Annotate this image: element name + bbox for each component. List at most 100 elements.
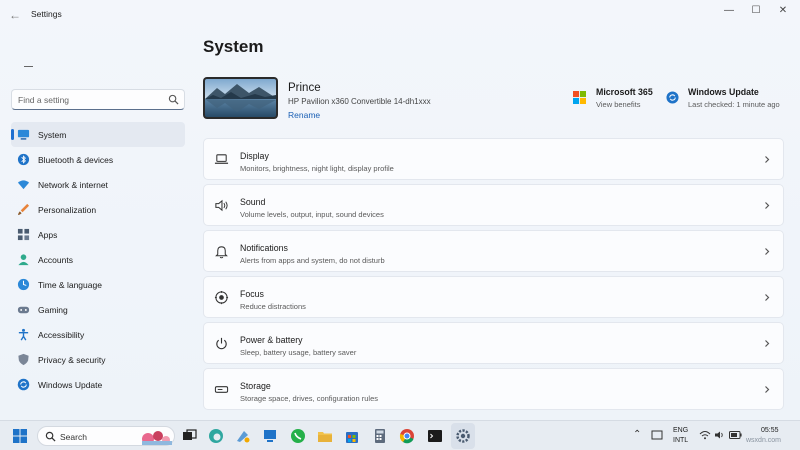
sidebar-item-privacy[interactable]: Privacy & security (11, 347, 185, 372)
search-icon (45, 431, 56, 442)
display-card[interactable]: Display Monitors, brightness, night ligh… (203, 138, 784, 180)
paintbrush-icon (17, 203, 30, 216)
sidebar-item-personalization[interactable]: Personalization (11, 197, 185, 222)
title-bar: ← Settings — ☐ ✕ (0, 0, 800, 30)
settings-gear-icon[interactable] (454, 427, 472, 445)
chrome-icon[interactable] (398, 427, 416, 445)
wallpaper-image (205, 79, 276, 117)
accessibility-icon (18, 328, 29, 341)
monitor-icon (17, 129, 30, 140)
power-icon (216, 337, 227, 350)
sidebar-item-label: Privacy & security (38, 355, 106, 365)
sidebar-item-label: Gaming (38, 305, 68, 315)
sidebar-item-label: Time & language (38, 280, 102, 290)
gamepad-icon (17, 306, 30, 314)
back-button[interactable]: ← (6, 7, 24, 23)
remote-desktop-icon[interactable] (261, 427, 279, 445)
clock-time[interactable]: 05:55 (761, 427, 779, 434)
card-subtitle: Reduce distractions (240, 302, 306, 311)
sidebar-nav: System Bluetooth & devices Network & int… (11, 122, 185, 397)
sidebar-item-accounts[interactable]: Accounts (11, 247, 185, 272)
sidebar-item-label: Accessibility (38, 330, 85, 340)
card-subtitle: Alerts from apps and system, do not dist… (240, 256, 385, 265)
wifi-icon (17, 180, 30, 190)
taskbar: Search ⌃ ENG INTL 05:55 wsxdn.com (0, 420, 800, 450)
storage-icon (214, 386, 229, 393)
focus-card[interactable]: Focus Reduce distractions (203, 276, 784, 318)
shield-icon (18, 353, 29, 366)
speaker-icon (215, 199, 228, 212)
card-title: Focus (240, 289, 264, 299)
battery-icon[interactable] (729, 431, 742, 439)
power-battery-card[interactable]: Power & battery Sleep, battery usage, ba… (203, 322, 784, 364)
terminal-icon[interactable] (426, 427, 444, 445)
sidebar-item-label: Network & internet (38, 180, 108, 190)
device-name: Prince (288, 82, 321, 94)
page-title: System (203, 37, 264, 56)
sidebar-item-apps[interactable]: Apps (11, 222, 185, 247)
sound-card[interactable]: Sound Volume levels, output, input, soun… (203, 184, 784, 226)
card-subtitle: Volume levels, output, input, sound devi… (240, 210, 384, 219)
sidebar-item-label: Windows Update (38, 380, 103, 390)
sidebar-item-accessibility[interactable]: Accessibility (11, 322, 185, 347)
update-icon (17, 378, 30, 391)
chevron-right-icon (765, 248, 770, 255)
sidebar-item-bluetooth[interactable]: Bluetooth & devices (11, 147, 185, 172)
microsoft-logo-icon (573, 91, 586, 104)
card-title: Display (240, 151, 269, 161)
update-icon (666, 91, 679, 104)
sidebar-item-label: Bluetooth & devices (38, 155, 114, 165)
find-setting-input[interactable]: Find a setting (11, 89, 185, 110)
keyboard-layout[interactable]: INTL (673, 437, 688, 444)
menu-icon[interactable] (24, 66, 33, 67)
volume-icon[interactable] (714, 430, 726, 440)
store-icon[interactable] (343, 427, 361, 445)
sidebar-item-label: Apps (38, 230, 58, 240)
device-wallpaper-thumbnail (203, 77, 278, 119)
taskbar-search[interactable]: Search (37, 426, 175, 446)
rename-link[interactable]: Rename (288, 110, 320, 120)
language-indicator[interactable]: ENG (673, 427, 688, 434)
sidebar-item-label: System (38, 130, 67, 140)
bell-icon (215, 246, 228, 259)
promo-subtitle: View benefits (596, 100, 641, 109)
card-subtitle: Monitors, brightness, night light, displ… (240, 164, 394, 173)
sidebar-item-system[interactable]: System (11, 122, 185, 147)
promo-title: Windows Update (688, 87, 759, 97)
laptop-icon (214, 154, 229, 164)
chevron-up-icon[interactable]: ⌃ (633, 429, 641, 440)
notifications-card[interactable]: Notifications Alerts from apps and syste… (203, 230, 784, 272)
paint-app-icon[interactable] (234, 427, 252, 445)
apps-icon (17, 228, 30, 241)
close-button[interactable]: ✕ (773, 4, 793, 18)
wifi-icon[interactable] (699, 430, 711, 440)
storage-card[interactable]: Storage Storage space, drives, configura… (203, 368, 784, 410)
sidebar-item-windows-update[interactable]: Windows Update (11, 372, 185, 397)
chevron-right-icon (765, 340, 770, 347)
sidebar-item-gaming[interactable]: Gaming (11, 297, 185, 322)
focus-icon (214, 290, 229, 305)
chevron-right-icon (765, 294, 770, 301)
sidebar-item-label: Accounts (38, 255, 73, 265)
sidebar-item-network[interactable]: Network & internet (11, 172, 185, 197)
settings-window: ← Settings — ☐ ✕ Find a setting System B… (0, 0, 800, 420)
tray-app-icon[interactable] (651, 430, 663, 441)
card-title: Storage (240, 381, 271, 391)
app-title: Settings (31, 9, 62, 19)
windows-start-icon[interactable] (11, 427, 29, 445)
calculator-icon[interactable] (371, 427, 389, 445)
globe-clock-icon (17, 278, 30, 291)
sidebar-item-time-language[interactable]: Time & language (11, 272, 185, 297)
promo-title: Microsoft 365 (596, 87, 653, 97)
sidebar-item-label: Personalization (38, 205, 97, 215)
minimize-button[interactable]: — (719, 4, 739, 18)
task-view-icon[interactable] (180, 427, 198, 445)
maximize-button[interactable]: ☐ (746, 4, 766, 18)
taskbar-search-label: Search (60, 432, 87, 442)
settings-list: Display Monitors, brightness, night ligh… (203, 138, 784, 414)
whatsapp-icon[interactable] (289, 427, 307, 445)
search-placeholder: Find a setting (18, 95, 70, 105)
chevron-right-icon (765, 156, 770, 163)
edge-icon[interactable] (207, 427, 225, 445)
file-explorer-icon[interactable] (316, 427, 334, 445)
